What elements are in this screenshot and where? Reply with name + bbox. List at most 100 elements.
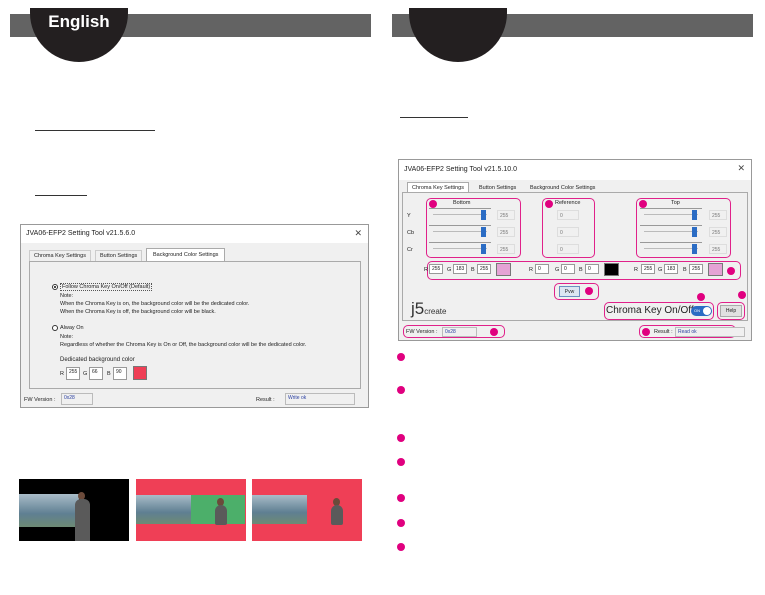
bottom-r-input[interactable]: 255 [429, 264, 443, 274]
r-label: R [424, 267, 428, 273]
g-input[interactable]: 66 [89, 367, 103, 380]
result-label: Result : [256, 397, 275, 403]
cr-label: Cr [407, 247, 413, 253]
close-icon[interactable]: ✕ [354, 228, 362, 239]
top-b-input[interactable]: 255 [689, 264, 703, 274]
result-label: Result : [654, 329, 673, 335]
chroma-key-toggle-label: Chroma Key On/Off [606, 305, 694, 316]
note-label: Note: [60, 334, 74, 340]
reference-cb-value: 0 [557, 227, 579, 237]
setting-tool-window-background: JVA06-EFP2 Setting Tool v21.5.6.0 ✕ Chro… [20, 224, 369, 408]
example-photo-black-background [19, 479, 129, 541]
fw-version-value: 0x28 [61, 393, 93, 405]
color-swatch [133, 366, 147, 380]
callout-marker [585, 287, 593, 295]
callout-bullet [397, 494, 405, 502]
help-button[interactable]: Help [720, 305, 742, 317]
y-top-value: 255 [709, 210, 727, 220]
cb-bottom-slider[interactable] [429, 225, 491, 237]
cb-top-slider[interactable] [640, 225, 702, 237]
cb-top-value: 255 [709, 227, 727, 237]
callout-marker [429, 200, 437, 208]
example-photo-red-background-chroma-off [136, 479, 246, 541]
bottom-g-input[interactable]: 183 [453, 264, 467, 274]
callout-bullet [397, 543, 405, 551]
result-value: Write ok [285, 393, 355, 405]
y-label: Y [407, 213, 411, 219]
language-badge [409, 8, 507, 62]
callout-marker [639, 200, 647, 208]
example-photo-red-background-always-on [252, 479, 362, 541]
always-on-label[interactable]: Alway On [60, 325, 84, 331]
tab-button-settings[interactable]: Button Settings [95, 250, 143, 261]
g-label: G [447, 267, 452, 273]
callout-marker [642, 328, 650, 336]
g-label: G [555, 267, 560, 273]
callout-bullet [397, 353, 405, 361]
language-label: English [48, 12, 110, 31]
chroma-key-toggle[interactable]: ON [691, 306, 712, 316]
top-title: Top [671, 200, 680, 206]
b-label: B [683, 267, 687, 273]
fw-version-label: FW Version : [24, 397, 56, 403]
reference-r-input[interactable]: 0 [535, 264, 549, 274]
note-line: When the Chroma Key is off, the backgrou… [60, 309, 216, 315]
g-label: G [83, 371, 88, 377]
left-header-bar: English [10, 8, 371, 62]
b-label: B [107, 371, 111, 377]
r-label: R [634, 267, 638, 273]
reference-title: Reference [555, 200, 581, 206]
section-heading-underline [35, 130, 155, 131]
reference-cr-value: 0 [557, 244, 579, 254]
section-heading-underline [400, 117, 468, 118]
background-color-panel: Follow Chroma Key On/Off (Default) Note:… [29, 261, 361, 389]
section-heading-underline [35, 195, 87, 196]
follow-chroma-label[interactable]: Follow Chroma Key On/Off (Default) [60, 283, 153, 291]
fw-version-label: FW Version : [406, 329, 438, 335]
window-title: JVA06-EFP2 Setting Tool v21.5.6.0 [26, 230, 136, 237]
callout-bullet [397, 386, 405, 394]
callout-marker [738, 291, 746, 299]
callout-bullet [397, 458, 405, 466]
j5create-logo: j5create [411, 299, 447, 318]
y-top-slider[interactable] [640, 208, 702, 220]
right-header-bar [392, 8, 753, 62]
reference-g-input[interactable]: 0 [561, 264, 575, 274]
r-label: R [60, 371, 64, 377]
note-line: When the Chroma Key is on, the backgroun… [60, 301, 250, 307]
cr-bottom-slider[interactable] [429, 242, 491, 254]
language-badge: English [30, 8, 128, 62]
top-color-swatch [708, 263, 723, 276]
pvw-button[interactable]: Pvw [559, 286, 580, 297]
cr-top-value: 255 [709, 244, 727, 254]
b-input[interactable]: 90 [113, 367, 127, 380]
reference-b-input[interactable]: 0 [585, 264, 599, 274]
reference-color-swatch [604, 263, 619, 276]
window-title: JVA06-EFP2 Setting Tool v21.5.10.0 [404, 166, 517, 173]
cr-top-slider[interactable] [640, 242, 702, 254]
callout-marker [697, 293, 705, 301]
callout-marker [490, 328, 498, 336]
note-label: Note: [60, 293, 74, 299]
bottom-b-input[interactable]: 255 [477, 264, 491, 274]
note-line: Regardless of whether the Chroma Key is … [60, 342, 307, 348]
top-r-input[interactable]: 255 [641, 264, 655, 274]
y-bottom-value: 255 [497, 210, 515, 220]
close-icon[interactable]: ✕ [737, 163, 745, 174]
y-bottom-slider[interactable] [429, 208, 491, 220]
always-on-radio[interactable] [52, 325, 58, 331]
b-label: B [579, 267, 583, 273]
r-input[interactable]: 255 [66, 367, 80, 380]
dedicated-color-label: Dedicated background color [60, 357, 135, 363]
fw-version-value: 0x28 [442, 327, 477, 337]
cb-bottom-value: 255 [497, 227, 515, 237]
setting-tool-window-chroma: JVA06-EFP2 Setting Tool v21.5.10.0 ✕ Chr… [398, 159, 752, 341]
result-value: Read ok [675, 327, 745, 337]
g-label: G [658, 267, 663, 273]
callout-bullet [397, 434, 405, 442]
tab-background-color-settings[interactable]: Background Color Settings [146, 248, 226, 261]
top-g-input[interactable]: 183 [664, 264, 678, 274]
cb-label: Cb [407, 230, 415, 236]
follow-chroma-radio[interactable] [52, 284, 58, 290]
tab-chroma-key-settings[interactable]: Chroma Key Settings [29, 250, 91, 261]
